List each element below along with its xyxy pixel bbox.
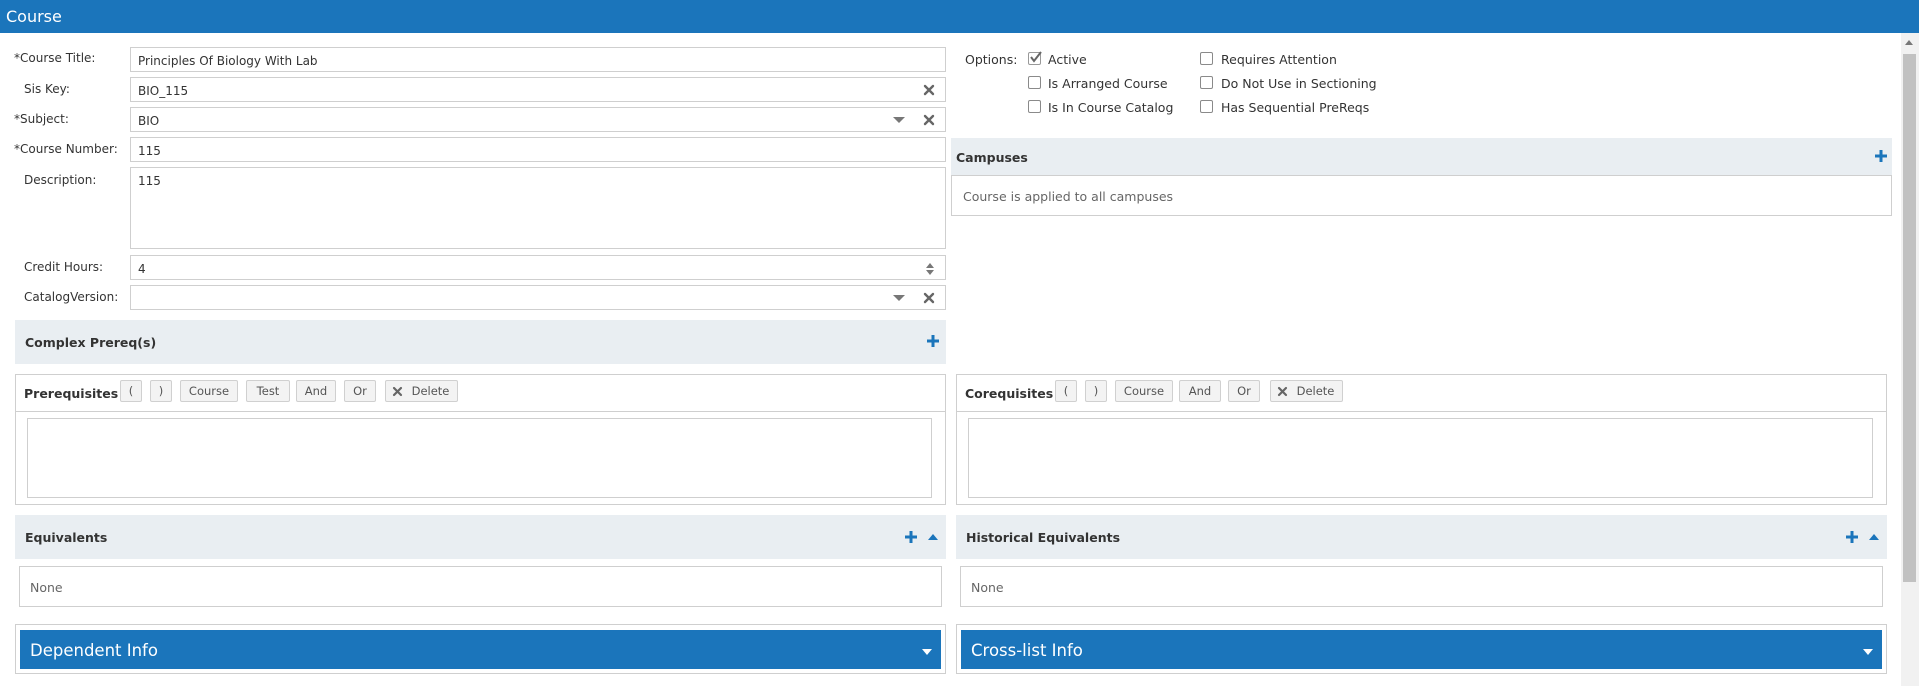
is-arranged-course-checkbox[interactable] bbox=[1028, 76, 1041, 89]
campuses-header: Campuses bbox=[951, 138, 1892, 176]
catalog-version-label: CatalogVersion: bbox=[24, 290, 119, 304]
has-sequential-prereqs-checkbox[interactable] bbox=[1200, 100, 1213, 113]
crosslist-info-panel: Cross-list Info bbox=[956, 624, 1887, 674]
check-icon bbox=[1030, 51, 1042, 63]
dependent-info-header[interactable]: Dependent Info bbox=[20, 630, 941, 669]
active-checkbox[interactable] bbox=[1028, 51, 1042, 65]
equivalents-title: Equivalents bbox=[25, 530, 108, 545]
is-in-course-catalog-label: Is In Course Catalog bbox=[1048, 100, 1174, 115]
prerequisites-toolbar: Prerequisites ( ) Course Test And Or Del… bbox=[16, 375, 945, 412]
credit-hours-spinner-icon[interactable] bbox=[925, 261, 935, 277]
prereq-delete-button[interactable]: Delete bbox=[385, 380, 458, 402]
coreq-delete-button[interactable]: Delete bbox=[1270, 380, 1343, 402]
requires-attention-label: Requires Attention bbox=[1221, 52, 1337, 67]
expand-dependent-info-caret-down-icon[interactable] bbox=[922, 649, 932, 655]
catalog-version-dropdown-caret-down-icon[interactable] bbox=[893, 295, 905, 301]
is-arranged-course-label: Is Arranged Course bbox=[1048, 76, 1168, 91]
campuses-panel: Course is applied to all campuses bbox=[951, 175, 1892, 216]
collapse-equivalents-caret-up-icon[interactable] bbox=[928, 534, 938, 540]
scroll-up-arrow-icon[interactable] bbox=[1905, 40, 1913, 45]
coreq-course-button[interactable]: Course bbox=[1115, 380, 1173, 402]
credit-hours-value: 4 bbox=[138, 262, 146, 276]
course-number-label: *Course Number: bbox=[14, 142, 118, 156]
prereq-close-paren-button[interactable]: ) bbox=[150, 380, 172, 402]
crosslist-info-title: Cross-list Info bbox=[971, 641, 1083, 660]
expand-crosslist-info-caret-down-icon[interactable] bbox=[1863, 649, 1873, 655]
clear-subject-x-icon[interactable] bbox=[922, 113, 936, 127]
subject-select[interactable]: BIO bbox=[130, 107, 946, 132]
coreq-open-paren-button[interactable]: ( bbox=[1055, 380, 1077, 402]
options-label: Options: bbox=[965, 52, 1018, 67]
equivalents-value: None bbox=[30, 580, 63, 595]
course-number-field[interactable]: 115 bbox=[130, 137, 946, 162]
complex-prereqs-title: Complex Prereq(s) bbox=[25, 335, 157, 350]
crosslist-info-header[interactable]: Cross-list Info bbox=[961, 630, 1882, 669]
prereq-test-button[interactable]: Test bbox=[246, 380, 290, 402]
description-label: Description: bbox=[24, 173, 97, 187]
add-historical-equivalent-plus-icon[interactable] bbox=[1845, 530, 1859, 544]
is-in-course-catalog-checkbox[interactable] bbox=[1028, 100, 1041, 113]
prereq-open-paren-button[interactable]: ( bbox=[120, 380, 142, 402]
window-title-bar: Course bbox=[0, 0, 1919, 33]
scrollbar-thumb[interactable] bbox=[1903, 54, 1916, 582]
prerequisites-panel: Prerequisites ( ) Course Test And Or Del… bbox=[15, 374, 946, 505]
prerequisites-editor[interactable] bbox=[27, 418, 932, 498]
do-not-use-in-sectioning-checkbox[interactable] bbox=[1200, 76, 1213, 89]
credit-hours-label: Credit Hours: bbox=[24, 260, 104, 274]
delete-x-icon bbox=[392, 386, 403, 397]
delete-x-icon bbox=[1277, 386, 1288, 397]
clear-sis-key-x-icon[interactable] bbox=[922, 83, 936, 97]
course-title-field[interactable]: Principles Of Biology With Lab bbox=[130, 47, 946, 72]
course-title-value: Principles Of Biology With Lab bbox=[138, 54, 318, 68]
course-title-label: *Course Title: bbox=[14, 51, 96, 65]
corequisites-editor[interactable] bbox=[968, 418, 1873, 498]
prereq-course-button[interactable]: Course bbox=[180, 380, 238, 402]
add-campus-plus-icon[interactable] bbox=[1874, 149, 1888, 163]
sis-key-label: Sis Key: bbox=[24, 82, 70, 96]
corequisites-title: Corequisites bbox=[965, 386, 1054, 401]
catalog-version-select[interactable] bbox=[130, 285, 946, 310]
description-value: 115 bbox=[138, 174, 161, 188]
subject-label: *Subject: bbox=[14, 112, 69, 126]
coreq-and-button[interactable]: And bbox=[1179, 380, 1221, 402]
do-not-use-in-sectioning-label: Do Not Use in Sectioning bbox=[1221, 76, 1377, 91]
add-complex-prereq-plus-icon[interactable] bbox=[926, 334, 940, 348]
historical-equivalents-title: Historical Equivalents bbox=[966, 530, 1121, 545]
dependent-info-title: Dependent Info bbox=[30, 641, 158, 660]
requires-attention-checkbox[interactable] bbox=[1200, 52, 1213, 65]
campuses-title: Campuses bbox=[956, 150, 1028, 165]
prerequisites-title: Prerequisites bbox=[24, 386, 119, 401]
description-textarea[interactable]: 115 bbox=[130, 167, 946, 249]
historical-equivalents-header: Historical Equivalents bbox=[956, 515, 1887, 559]
corequisites-toolbar: Corequisites ( ) Course And Or Delete bbox=[957, 375, 1886, 412]
clear-catalog-version-x-icon[interactable] bbox=[922, 291, 936, 305]
prereq-and-button[interactable]: And bbox=[296, 380, 336, 402]
course-number-value: 115 bbox=[138, 144, 161, 158]
campuses-text: Course is applied to all campuses bbox=[963, 189, 1174, 204]
historical-equivalents-list: None bbox=[960, 566, 1883, 607]
coreq-or-button[interactable]: Or bbox=[1228, 380, 1260, 402]
sis-key-field[interactable]: BIO_115 bbox=[130, 77, 946, 102]
active-checkbox-label: Active bbox=[1048, 52, 1087, 67]
collapse-historical-equivalents-caret-up-icon[interactable] bbox=[1869, 534, 1879, 540]
add-equivalent-plus-icon[interactable] bbox=[904, 530, 918, 544]
coreq-close-paren-button[interactable]: ) bbox=[1085, 380, 1107, 402]
complex-prereqs-header: Complex Prereq(s) bbox=[15, 320, 946, 364]
has-sequential-prereqs-label: Has Sequential PreReqs bbox=[1221, 100, 1370, 115]
window-title: Course bbox=[6, 7, 62, 26]
credit-hours-field[interactable]: 4 bbox=[130, 255, 946, 280]
prereq-or-button[interactable]: Or bbox=[344, 380, 376, 402]
equivalents-header: Equivalents bbox=[15, 515, 946, 559]
historical-equivalents-value: None bbox=[971, 580, 1004, 595]
corequisites-panel: Corequisites ( ) Course And Or Delete bbox=[956, 374, 1887, 505]
sis-key-value: BIO_115 bbox=[138, 84, 189, 98]
equivalents-list: None bbox=[19, 566, 942, 607]
dependent-info-panel: Dependent Info bbox=[15, 624, 946, 674]
subject-dropdown-caret-down-icon[interactable] bbox=[893, 117, 905, 123]
subject-value: BIO bbox=[138, 114, 160, 128]
